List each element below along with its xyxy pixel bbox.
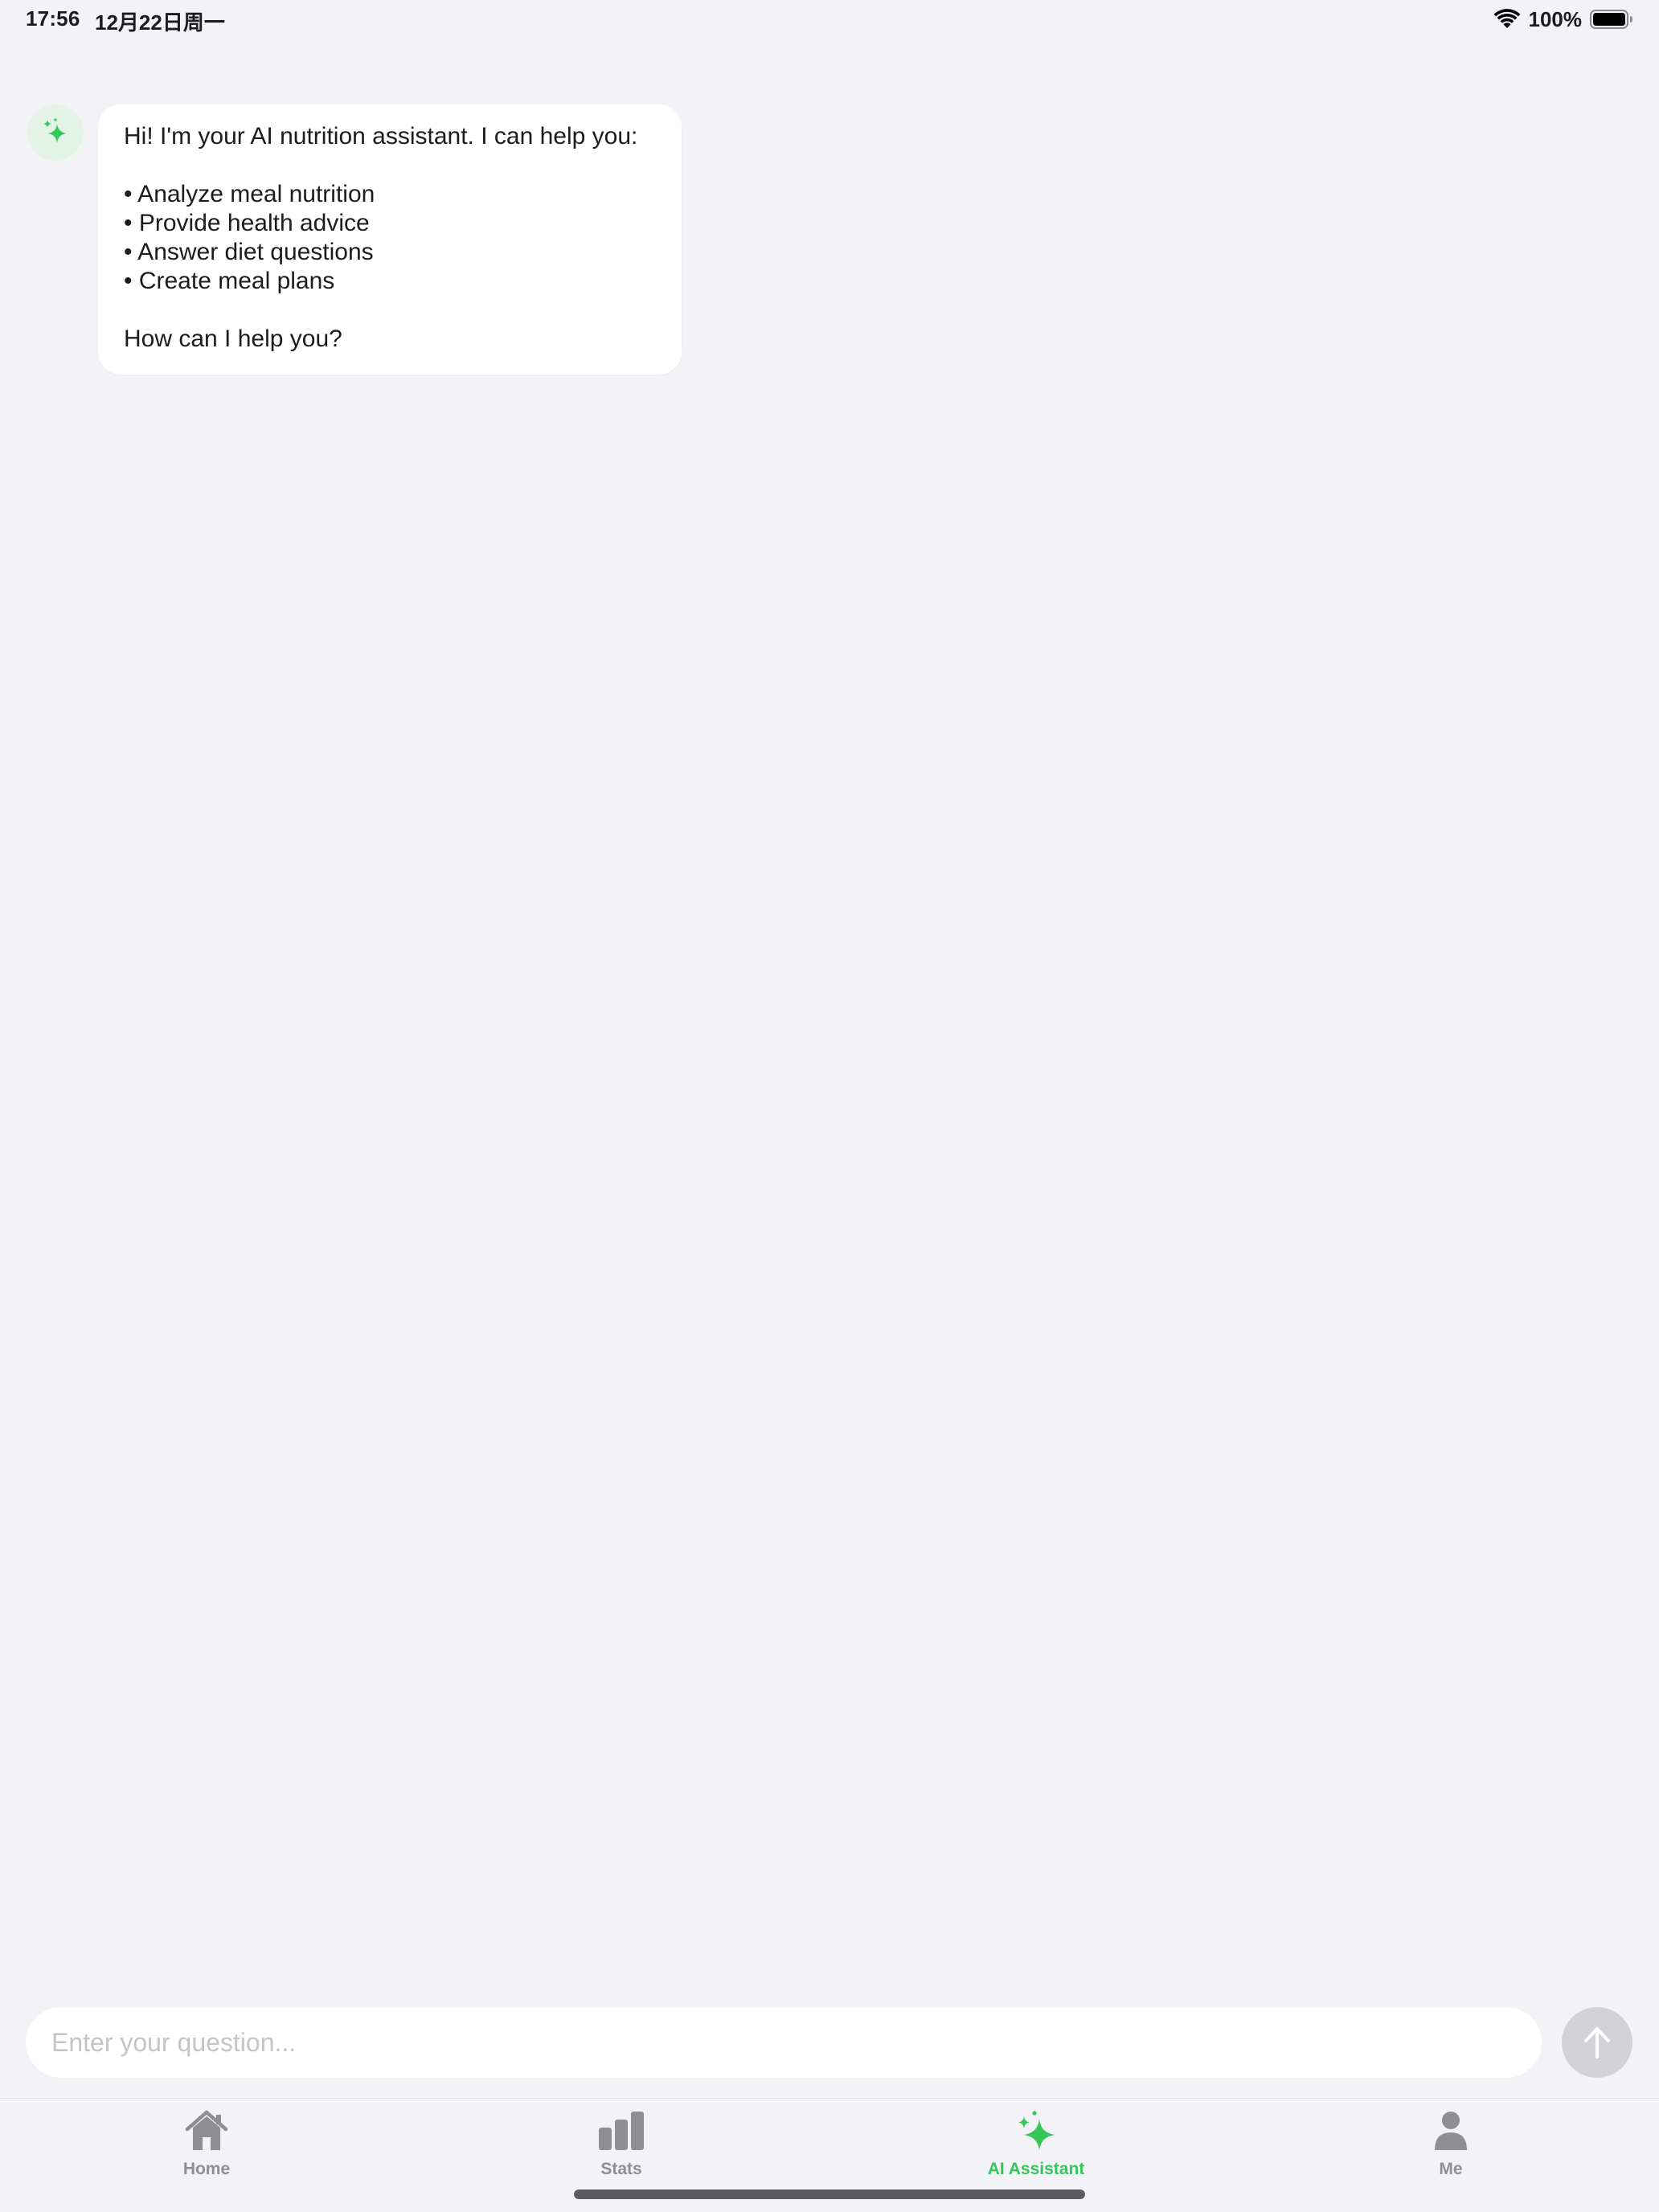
message-intro: Hi! I'm your AI nutrition assistant. I c… <box>124 123 638 150</box>
status-date: 12月22日周一 <box>95 10 225 35</box>
tab-me[interactable]: Me <box>1346 2108 1555 2189</box>
sparkle-icon <box>1018 2111 1055 2151</box>
status-bar: 17:56 12月22日周一 100% <box>0 0 1659 39</box>
battery-percent: 100% <box>1528 6 1583 31</box>
ai-assistant-screen: 17:56 12月22日周一 100% Hi! I'm your AI nutr… <box>0 0 1659 2212</box>
tab-stats[interactable]: Stats <box>517 2108 726 2189</box>
message-closing: How can I help you? <box>124 326 342 352</box>
tab-home-label: Home <box>182 2160 231 2178</box>
tab-me-label: Me <box>1439 2160 1463 2178</box>
bar-chart-icon <box>599 2112 644 2150</box>
house-icon <box>185 2110 228 2150</box>
assistant-message-bubble: Hi! I'm your AI nutrition assistant. I c… <box>98 104 682 375</box>
status-time: 17:56 <box>26 6 80 31</box>
assistant-avatar <box>27 104 84 161</box>
tab-home[interactable]: Home <box>102 2108 311 2189</box>
question-input[interactable]: Enter your question... <box>26 2007 1542 2078</box>
person-icon <box>1435 2112 1467 2150</box>
home-indicator[interactable] <box>574 2189 1085 2199</box>
message-bullet: • Analyze meal nutrition <box>124 181 375 207</box>
battery-icon <box>1590 10 1632 29</box>
chat-area[interactable]: Hi! I'm your AI nutrition assistant. I c… <box>0 39 1659 2000</box>
send-button[interactable] <box>1562 2007 1632 2078</box>
arrow-up-icon <box>1584 2027 1610 2058</box>
tab-ai-assistant[interactable]: AI Assistant <box>932 2108 1141 2189</box>
status-indicators: 100% <box>1493 5 1634 34</box>
message-bullet: • Answer diet questions <box>124 239 374 265</box>
message-bullet: • Create meal plans <box>124 268 335 294</box>
sparkle-icon <box>43 118 67 143</box>
wifi-icon <box>1493 9 1520 28</box>
tab-stats-label: Stats <box>600 2160 642 2178</box>
message-bullet: • Provide health advice <box>124 210 370 236</box>
question-input-placeholder: Enter your question... <box>51 2027 297 2057</box>
tab-ai-assistant-label: AI Assistant <box>987 2160 1085 2178</box>
